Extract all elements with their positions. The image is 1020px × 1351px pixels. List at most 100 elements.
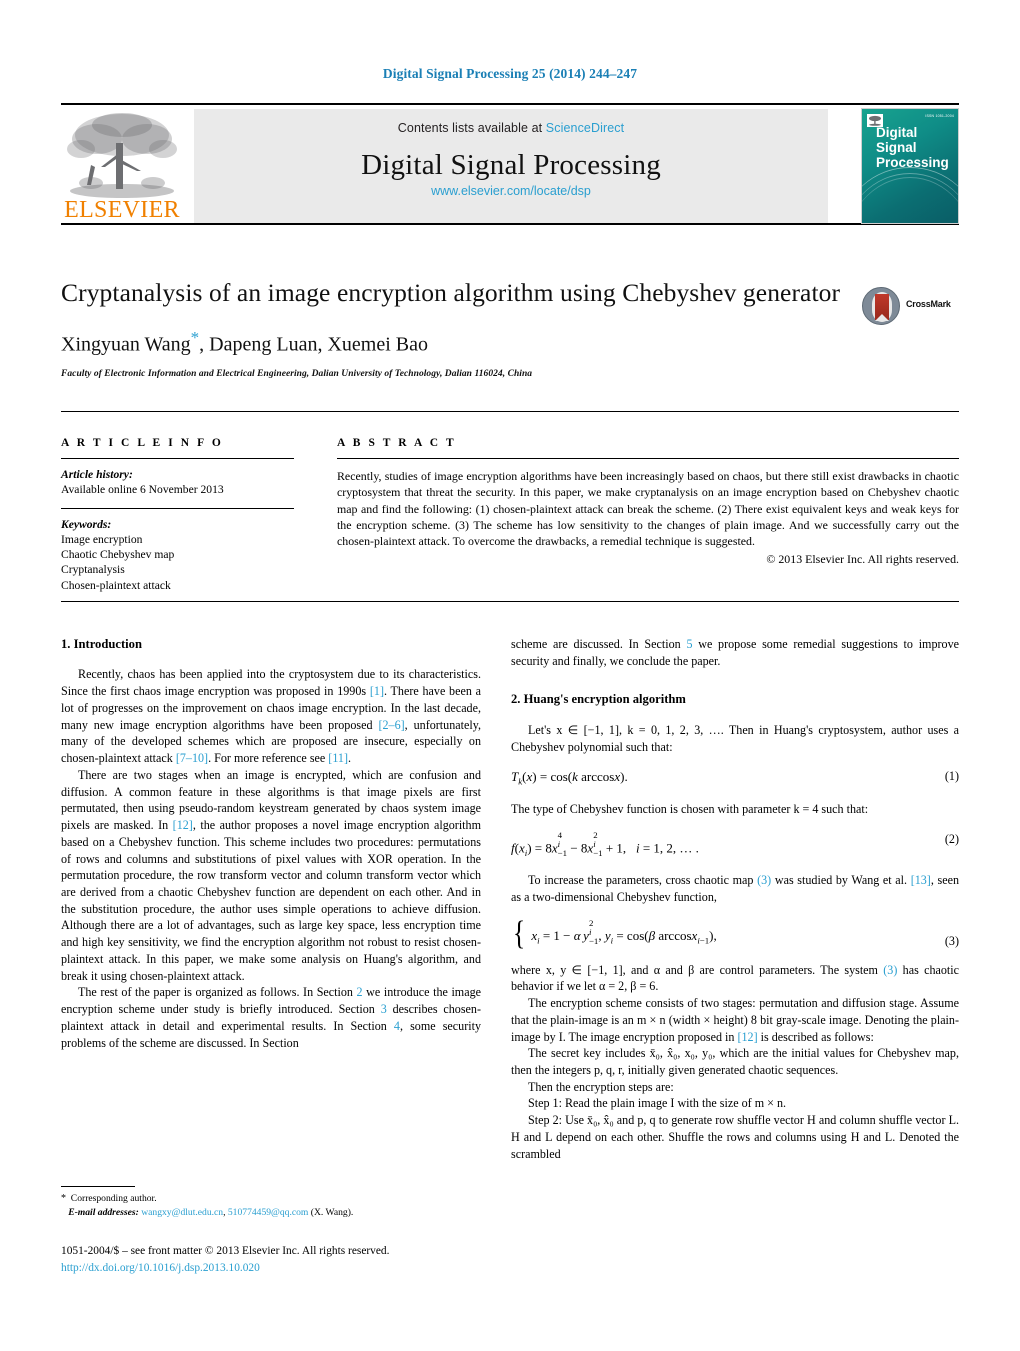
- paragraph-secret-key: The secret key includes x̄₀, x̂₀, x₀, y₀…: [511, 1046, 959, 1077]
- cover-title-line-1: Digital: [876, 125, 918, 140]
- email-link-2[interactable]: 510774459@qq.com: [228, 1207, 309, 1218]
- equation-3-row-2: yi = cos(β arccosxi−1),: [604, 928, 717, 947]
- section-heading-1: 1. Introduction: [61, 637, 142, 651]
- para-text: The rest of the paper is organized as fo…: [78, 985, 357, 1000]
- equation-1: Tk(x) = cos(k arccosx). (1): [511, 769, 959, 787]
- keyword-item: Cryptanalysis: [61, 563, 125, 577]
- paragraph-sec2-1: Let's x ∈ [−1, 1], k = 0, 1, 2, 3, …. Th…: [511, 722, 959, 755]
- author-primary: Xingyuan Wang: [61, 333, 191, 356]
- article-history-value: Available online 6 November 2013: [61, 483, 224, 497]
- paragraph-step-1: Step 1: Read the plain image I with the …: [528, 1096, 787, 1111]
- para-text: , the author proposes a novel image encr…: [61, 818, 481, 983]
- paragraph-sec2-2: The type of Chebyshev function is chosen…: [511, 801, 959, 818]
- para-text: To increase the parameters, cross chaoti…: [528, 873, 758, 888]
- paragraph-intro-2: There are two stages when an image is en…: [61, 767, 481, 985]
- imprint-line: 1051-2004/$ – see front matter © 2013 El…: [61, 1245, 390, 1257]
- equation-ref-3[interactable]: (3): [757, 873, 771, 887]
- journal-cover-thumbnail: ISSN 1051-2004 Digital Signal Processing: [861, 108, 959, 224]
- equation-2: f(xi) = 8x 4 i −1 − 8x 2 i −1 + 1, i = 1, 2, ……: [511, 829, 959, 859]
- paragraph-sec2-5: The encryption scheme consists of two st…: [511, 995, 959, 1045]
- doi-link[interactable]: http://dx.doi.org/10.1016/j.dsp.2013.10.…: [61, 1262, 260, 1274]
- equation-1-number: (1): [944, 769, 959, 784]
- para-text: . For more reference see: [208, 751, 329, 766]
- paragraph-step-2: Step 2: Use x̄₀, x̂₀ and p, q to generat…: [511, 1113, 959, 1161]
- email-link-1[interactable]: wangxy@dlut.edu.cn: [141, 1207, 223, 1218]
- citation-ref-7-10[interactable]: [7–10]: [176, 751, 208, 765]
- journal-url-link[interactable]: www.elsevier.com/locate/dsp: [431, 184, 591, 198]
- elsevier-wordmark: ELSEVIER: [64, 197, 180, 223]
- citation-ref-11[interactable]: [11]: [328, 751, 348, 765]
- journal-banner: Contents lists available at ScienceDirec…: [194, 109, 828, 223]
- affiliation: Faculty of Electronic Information and El…: [61, 368, 533, 379]
- paper-page: Digital Signal Processing 25 (2014) 244–…: [0, 0, 1020, 1351]
- cover-title-line-2: Signal: [876, 140, 917, 156]
- article-history-group: Article history: Available online 6 Nove…: [61, 467, 294, 498]
- info-rule-top: [61, 411, 959, 412]
- paragraph-sec2-4: where x, y ∈ [−1, 1], and α and β are co…: [511, 962, 959, 995]
- equation-ref-3b[interactable]: (3): [883, 963, 897, 977]
- citation-ref-12[interactable]: [12]: [173, 818, 193, 832]
- contents-line: Contents lists available at ScienceDirec…: [194, 121, 828, 135]
- email-label: E-mail addresses:: [68, 1207, 139, 1219]
- equation-3-row-1: xi = 1 − α y 2 i −1,: [531, 917, 602, 947]
- paragraph-intro-3-cont: scheme are discussed. In Section 5 we pr…: [511, 636, 959, 669]
- crossmark-icon: [862, 287, 900, 325]
- abstract-body: Recently, studies of image encryption al…: [337, 469, 959, 549]
- crossmark-badge[interactable]: CrossMark: [862, 287, 956, 327]
- sciencedirect-link[interactable]: ScienceDirect: [546, 121, 624, 135]
- abstract-column: A B S T R A C T Recently, studies of ima…: [337, 437, 959, 567]
- author-list: Xingyuan Wang*, Dapeng Luan, Xuemei Bao: [61, 328, 851, 357]
- corresponding-author-marker: *: [190, 327, 200, 347]
- para-text: .: [348, 751, 352, 766]
- para-text: where x, y ∈ [−1, 1], and α and β are co…: [511, 962, 884, 977]
- section-heading-2: 2. Huang's encryption algorithm: [511, 692, 686, 707]
- keyword-item: Image encryption: [61, 532, 143, 546]
- abstract-copyright: © 2013 Elsevier Inc. All rights reserved…: [766, 551, 959, 566]
- journal-masthead: ELSEVIER Contents lists available at Sci…: [61, 103, 959, 225]
- author-others: , Dapeng Luan, Xuemei Bao: [199, 333, 428, 356]
- paragraph-intro-3: The rest of the paper is organized as fo…: [61, 984, 481, 1051]
- equation-2-number: (2): [944, 831, 959, 846]
- para-text: Let's x ∈ [−1, 1], k = 0, 1, 2, 3, …. Th…: [511, 722, 959, 754]
- crossmark-label: CrossMark: [906, 299, 951, 309]
- citation-ref-1[interactable]: [1]: [370, 684, 384, 698]
- footnote-rule: [61, 1186, 135, 1187]
- running-head: Digital Signal Processing 25 (2014) 244–…: [382, 66, 638, 81]
- body-column-right: scheme are discussed. In Section 5 we pr…: [511, 636, 959, 1162]
- equation-3-number: (3): [944, 933, 959, 948]
- abstract-divider: [337, 458, 959, 459]
- citation-ref-12b[interactable]: [12]: [737, 1030, 757, 1044]
- elsevier-logo: ELSEVIER: [61, 109, 183, 223]
- paragraph-sec2-3: To increase the parameters, cross chaoti…: [511, 872, 959, 905]
- keywords-group: Keywords: Image encryption Chaotic Cheby…: [61, 517, 294, 593]
- info-divider-1: [61, 458, 294, 459]
- imprint-block: 1051-2004/$ – see front matter © 2013 El…: [61, 1243, 491, 1276]
- cover-wave-1: [862, 167, 958, 223]
- title-block: Cryptanalysis of an image encryption alg…: [61, 277, 851, 379]
- info-rule-bottom: [61, 601, 959, 602]
- cover-tree-icon: [869, 115, 881, 126]
- paragraph-intro-1: Recently, chaos has been applied into th…: [61, 666, 481, 766]
- para-text: was studied by Wang et al.: [771, 873, 911, 888]
- body-column-left: 1. Introduction Recently, chaos has been…: [61, 636, 481, 1051]
- paragraph-steps-intro: Then the encryption steps are:: [528, 1079, 674, 1094]
- left-brace-glyph: {: [513, 915, 526, 953]
- cover-title: Digital Signal Processing: [876, 125, 958, 170]
- para-text: The type of Chebyshev function is chosen…: [511, 802, 869, 817]
- equation-3-rows: xi = 1 − α y 2 i −1, yi = cos(β arccosxi−1)…: [531, 917, 717, 949]
- article-history-label: Article history:: [61, 468, 133, 481]
- para-text: scheme are discussed. In Section: [511, 637, 687, 651]
- keyword-item: Chaotic Chebyshev map: [61, 548, 175, 562]
- crossmark-bookmark-shape: [875, 294, 889, 321]
- citation-ref-2-6[interactable]: [2–6]: [378, 718, 404, 732]
- keyword-item: Chosen-plaintext attack: [61, 578, 171, 592]
- page-title: Cryptanalysis of an image encryption alg…: [61, 278, 841, 307]
- article-info-column: A R T I C L E I N F O Article history: A…: [61, 437, 294, 593]
- email-suffix: (X. Wang).: [308, 1207, 354, 1219]
- cover-issn: ISSN 1051-2004: [925, 114, 954, 118]
- equation-3: { xi = 1 − α y 2 i −1, yi = cos(β arccosxi−…: [511, 915, 959, 953]
- corresponding-author-note: Corresponding author.: [70, 1193, 157, 1204]
- contents-prefix: Contents lists available at: [397, 121, 546, 135]
- citation-ref-13[interactable]: [13]: [911, 873, 931, 887]
- footnote-block: * Corresponding author. E-mail addresses…: [61, 1191, 491, 1221]
